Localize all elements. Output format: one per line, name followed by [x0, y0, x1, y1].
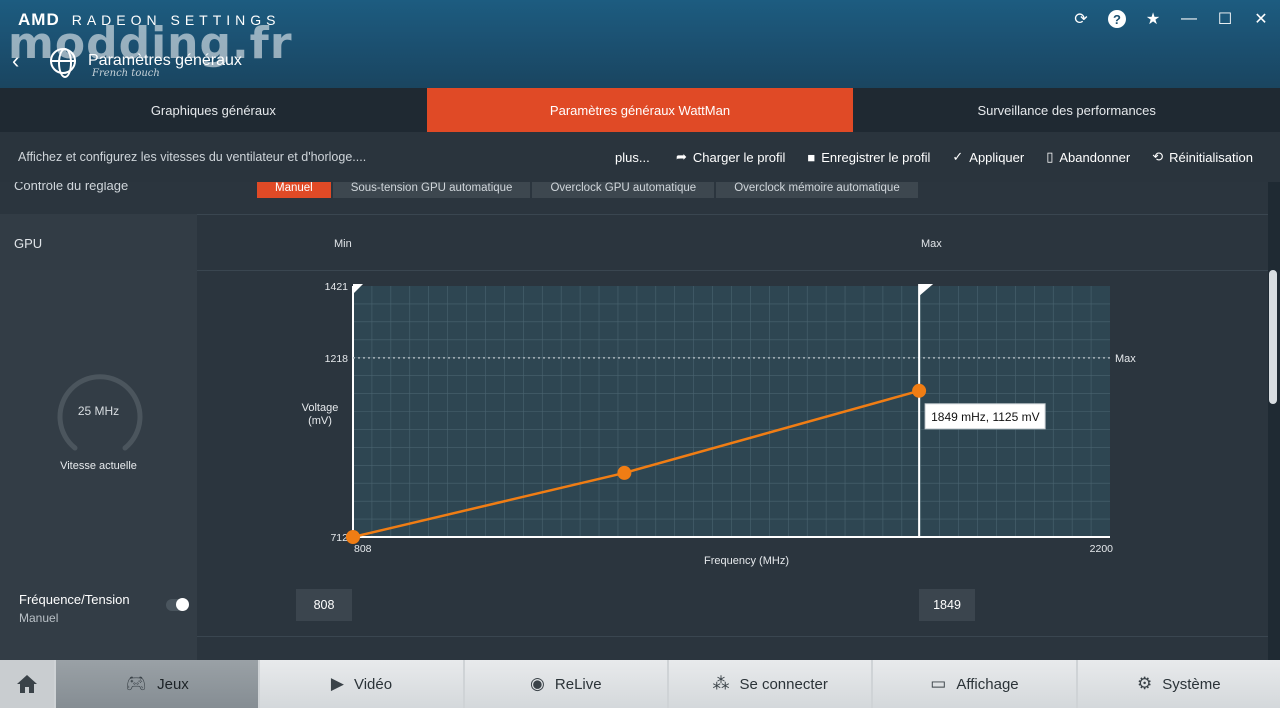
play-icon: ▶: [330, 674, 344, 693]
voltage-curve-point[interactable]: [617, 465, 632, 480]
x-tick-label: 808: [354, 543, 372, 555]
x-tick-label: 2200: [1090, 543, 1114, 555]
nav-affichage-label: Affichage: [956, 675, 1019, 693]
action-bar: Affichez et configurez les vitesses du v…: [0, 132, 1280, 182]
voltage-frequency-chart[interactable]: Max 1421 1218 712 808 2200 Voltage(mV) Frequenc…: [197, 270, 1268, 578]
close-icon[interactable]: ✕: [1252, 8, 1270, 30]
reset-button[interactable]: ⟲ Réinitialisation: [1152, 149, 1253, 165]
discard-button[interactable]: ▯ Abandonner: [1046, 149, 1130, 165]
window-controls: ⟳ ? ★ — ☐ ✕: [1072, 8, 1270, 30]
globe-icon: [50, 48, 76, 78]
next-row-stub: [0, 636, 197, 660]
nav-video[interactable]: ▶ Vidéo: [260, 660, 463, 708]
x-axis-label: Frequency (MHz): [704, 555, 789, 567]
reset-icon: ⟲: [1152, 149, 1164, 164]
max-label: Max: [921, 238, 942, 250]
tab-wattman[interactable]: Paramètres généraux WattMan: [426, 88, 854, 132]
freq-tension-mode: Manuel: [19, 611, 59, 625]
apply-button[interactable]: ✓ Appliquer: [952, 149, 1024, 165]
load-profile-button[interactable]: ➦ Charger le profil: [676, 149, 785, 165]
tab-surveillance[interactable]: Surveillance des performances: [853, 88, 1280, 132]
mode-gpu-overclock-button[interactable]: Overclock GPU automatique: [532, 182, 715, 198]
back-arrow-icon[interactable]: ‹: [12, 48, 19, 74]
y-axis-label-line2: (mV): [308, 415, 332, 427]
minimize-icon[interactable]: —: [1180, 8, 1198, 30]
relive-icon: ◉: [530, 674, 545, 693]
voltage-curve-point[interactable]: [912, 383, 927, 398]
min-label: Min: [334, 238, 352, 250]
mode-undervolt-button[interactable]: Sous-tension GPU automatique: [332, 182, 531, 198]
scrollbar-track[interactable]: [1268, 182, 1280, 660]
more-link[interactable]: plus...: [615, 150, 650, 165]
save-profile-button[interactable]: ■ Enregistrer le profil: [807, 150, 930, 165]
nav-relive-label: ReLive: [554, 675, 602, 693]
current-speed-caption: Vitesse actuelle: [60, 460, 137, 472]
scrollbar-thumb[interactable]: [1269, 270, 1277, 404]
home-icon: [17, 675, 37, 693]
current-speed-panel: 25 MHz Vitesse actuelle: [0, 270, 197, 578]
page-description: Affichez et configurez les vitesses du v…: [18, 150, 367, 164]
min-frequency-input[interactable]: 808: [296, 589, 352, 621]
point-tooltip-text: 1849 mHz, 1125 mV: [931, 410, 1040, 424]
y-axis-label-line1: Voltage: [302, 402, 339, 414]
nav-systeme[interactable]: ⚙ Système: [1077, 660, 1280, 708]
nav-affichage[interactable]: ▭ Affichage: [873, 660, 1076, 708]
freq-tension-row: Fréquence/Tension Manuel 808 1849: [0, 578, 1268, 636]
nav-se-connecter-label: Se connecter: [739, 675, 828, 693]
refresh-icon[interactable]: ⟳: [1072, 8, 1090, 30]
nav-se-connecter[interactable]: ⁂ Se connecter: [668, 660, 872, 708]
home-button[interactable]: [0, 660, 54, 708]
tab-graphiques-generaux[interactable]: Graphiques généraux: [0, 88, 427, 132]
share-nodes-icon: ⁂: [712, 674, 730, 693]
save-profile-label: Enregistrer le profil: [821, 149, 931, 165]
reset-label: Réinitialisation: [1169, 149, 1253, 165]
help-icon[interactable]: ?: [1108, 10, 1126, 28]
apply-label: Appliquer: [969, 149, 1025, 165]
check-icon: ✓: [952, 149, 964, 164]
content-panel: Contrôle du réglage Manuel Sous-tension …: [0, 182, 1268, 660]
y-tick-label: 1421: [325, 281, 349, 293]
gear-icon: ⚙: [1137, 674, 1153, 693]
nav-relive[interactable]: ◉ ReLive: [464, 660, 667, 708]
tab-bar: Graphiques généraux Paramètres généraux …: [0, 88, 1280, 132]
mode-memory-overclock-button[interactable]: Overclock mémoire automatique: [716, 182, 918, 198]
gpu-row: GPU Min Max: [0, 214, 1268, 270]
max-frequency-input[interactable]: 1849: [919, 589, 975, 621]
nav-video-label: Vidéo: [353, 675, 393, 693]
floppy-icon: ■: [807, 149, 816, 165]
share-arrow-icon: ➦: [676, 149, 687, 164]
title-bar: AMD RADEON SETTINGS modding.fr French tou…: [0, 0, 1280, 88]
freq-tension-toggle[interactable]: [166, 598, 189, 611]
y-tick-label: 1218: [325, 353, 349, 365]
load-profile-label: Charger le profil: [692, 149, 786, 165]
control-label: Contrôle du réglage: [14, 182, 129, 193]
gamepad-icon: 🎮︎: [125, 674, 148, 693]
control-row: Contrôle du réglage Manuel Sous-tension …: [0, 182, 1268, 214]
gpu-label: GPU: [14, 236, 43, 251]
nav-jeux-label: Jeux: [157, 675, 189, 693]
freq-tension-title: Fréquence/Tension: [19, 592, 130, 607]
discard-label: Abandonner: [1059, 149, 1131, 165]
star-icon[interactable]: ★: [1144, 8, 1162, 30]
max-voltage-label: Max: [1115, 353, 1136, 365]
mode-manual-button[interactable]: Manuel: [257, 182, 331, 198]
page-title: Paramètres généraux: [88, 52, 242, 69]
y-tick-label: 712: [330, 532, 348, 544]
current-speed-value: 25 MHz: [77, 404, 120, 418]
nav-systeme-label: Système: [1162, 675, 1221, 693]
maximize-icon[interactable]: ☐: [1216, 8, 1234, 30]
control-mode-selector: Manuel Sous-tension GPU automatique Over…: [257, 182, 918, 198]
nav-jeux[interactable]: 🎮︎ Jeux: [56, 660, 259, 708]
monitor-icon: ▭: [930, 674, 947, 693]
trash-icon: ▯: [1046, 149, 1054, 164]
bottom-nav: 🎮︎ Jeux ▶ Vidéo ◉ ReLive ⁂ Se connecter …: [0, 660, 1280, 708]
voltage-curve-point[interactable]: [346, 530, 360, 544]
